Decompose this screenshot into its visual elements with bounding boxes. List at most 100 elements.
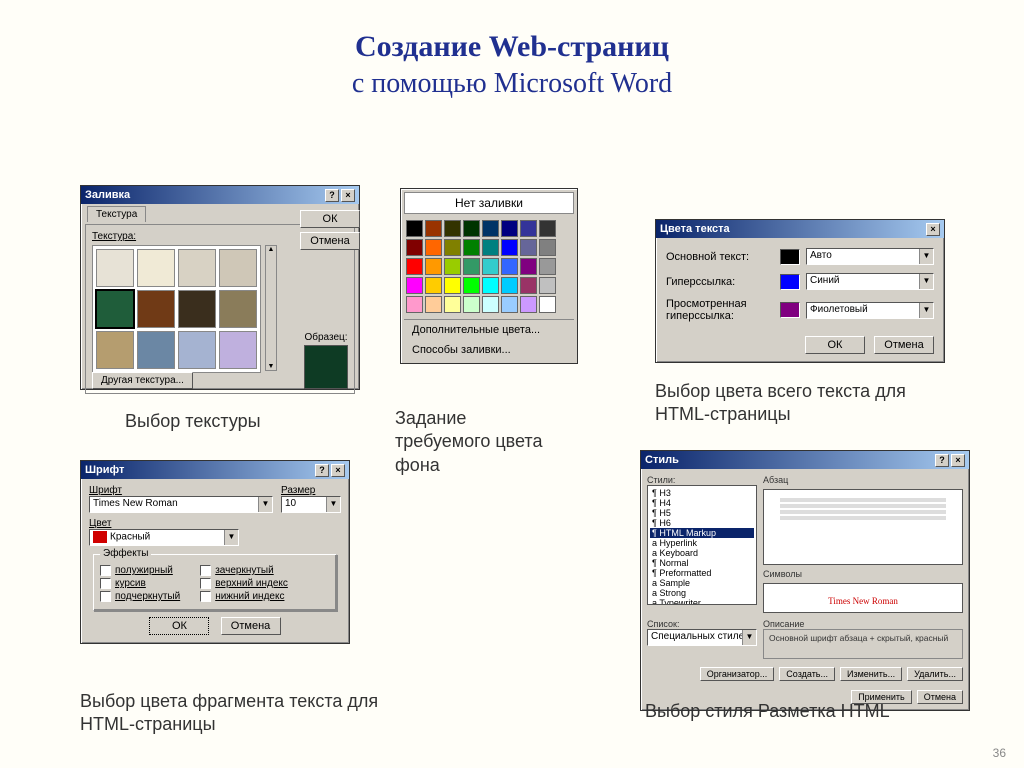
fill-color-swatch[interactable] — [406, 220, 423, 237]
effect-checkbox[interactable]: подчеркнутый — [100, 591, 180, 602]
fill-color-swatch[interactable] — [444, 258, 461, 275]
close-icon[interactable]: × — [331, 464, 345, 477]
fill-color-swatch[interactable] — [501, 277, 518, 294]
fill-color-swatch[interactable] — [406, 296, 423, 313]
style-list-item[interactable]: a Strong — [650, 588, 754, 598]
style-list-item[interactable]: ¶ HTML Markup — [650, 528, 754, 538]
texture-ok-button[interactable]: ОК — [300, 210, 360, 228]
fill-effects-row[interactable]: Способы заливки... — [404, 340, 574, 360]
texture-swatch[interactable] — [219, 331, 257, 369]
delete-style-button[interactable]: Удалить... — [907, 667, 963, 681]
fill-color-swatch[interactable] — [425, 258, 442, 275]
fill-color-swatch[interactable] — [539, 277, 556, 294]
chevron-down-icon[interactable]: ▼ — [919, 303, 933, 318]
help-icon[interactable]: ? — [325, 189, 339, 202]
texture-cancel-button[interactable]: Отмена — [300, 232, 360, 250]
text-color-combo[interactable]: Авто▼ — [806, 248, 934, 265]
chevron-down-icon[interactable]: ▼ — [742, 630, 756, 645]
font-color-combo[interactable]: Красный ▼ — [89, 529, 239, 546]
style-list-item[interactable]: ¶ H4 — [650, 498, 754, 508]
fill-color-swatch[interactable] — [520, 277, 537, 294]
fill-color-swatch[interactable] — [482, 239, 499, 256]
tab-texture[interactable]: Текстура — [87, 206, 146, 222]
effect-checkbox[interactable]: верхний индекс — [200, 578, 288, 589]
close-icon[interactable]: × — [341, 189, 355, 202]
texture-swatch[interactable] — [178, 249, 216, 287]
fill-color-swatch[interactable] — [520, 220, 537, 237]
style-list-item[interactable]: a Keyboard — [650, 548, 754, 558]
texture-swatch[interactable] — [137, 249, 175, 287]
chevron-down-icon[interactable]: ▼ — [919, 249, 933, 264]
style-list-item[interactable]: a Typewriter — [650, 598, 754, 605]
font-cancel-button[interactable]: Отмена — [221, 617, 281, 635]
fill-color-swatch[interactable] — [520, 258, 537, 275]
texture-swatch[interactable] — [96, 331, 134, 369]
effect-checkbox[interactable]: нижний индекс — [200, 591, 288, 602]
fill-color-swatch[interactable] — [463, 258, 480, 275]
chevron-down-icon[interactable]: ▼ — [224, 530, 238, 545]
font-ok-button[interactable]: ОК — [149, 617, 209, 635]
chevron-down-icon[interactable]: ▼ — [258, 497, 272, 512]
effect-checkbox[interactable]: зачеркнутый — [200, 565, 288, 576]
fill-color-swatch[interactable] — [444, 277, 461, 294]
chevron-down-icon[interactable]: ▼ — [326, 497, 340, 512]
fill-color-swatch[interactable] — [444, 220, 461, 237]
effect-checkbox[interactable]: курсив — [100, 578, 180, 589]
list-type-combo[interactable]: Специальных стилей ▼ — [647, 629, 757, 646]
scroll-down-icon[interactable]: ▼ — [268, 363, 275, 370]
no-fill-button[interactable]: Нет заливки — [404, 192, 574, 214]
style-list-item[interactable]: ¶ H6 — [650, 518, 754, 528]
fill-color-swatch[interactable] — [463, 277, 480, 294]
fill-color-swatch[interactable] — [444, 296, 461, 313]
fill-color-swatch[interactable] — [463, 220, 480, 237]
fill-color-swatch[interactable] — [501, 296, 518, 313]
style-list-item[interactable]: a Hyperlink — [650, 538, 754, 548]
styles-listbox[interactable]: ¶ H3¶ H4¶ H5¶ H6¶ HTML Markupa Hyperlink… — [647, 485, 757, 605]
fill-color-swatch[interactable] — [482, 277, 499, 294]
fill-color-swatch[interactable] — [501, 258, 518, 275]
help-icon[interactable]: ? — [935, 454, 949, 467]
texture-swatch[interactable] — [178, 290, 216, 328]
text-color-combo[interactable]: Фиолетовый▼ — [806, 302, 934, 319]
fill-color-swatch[interactable] — [463, 239, 480, 256]
fill-color-swatch[interactable] — [425, 296, 442, 313]
fill-color-swatch[interactable] — [425, 220, 442, 237]
fill-color-swatch[interactable] — [406, 258, 423, 275]
texture-swatch[interactable] — [219, 249, 257, 287]
texture-grid[interactable] — [92, 245, 261, 373]
more-colors-row[interactable]: Дополнительные цвета... — [404, 319, 574, 340]
fill-color-swatch[interactable] — [501, 220, 518, 237]
help-icon[interactable]: ? — [315, 464, 329, 477]
texture-swatch[interactable] — [219, 290, 257, 328]
fill-color-swatch[interactable] — [425, 277, 442, 294]
fill-color-swatch[interactable] — [406, 277, 423, 294]
text-color-cancel-button[interactable]: Отмена — [874, 336, 934, 354]
fill-color-swatch[interactable] — [539, 220, 556, 237]
style-list-item[interactable]: a Sample — [650, 578, 754, 588]
texture-swatch[interactable] — [96, 290, 134, 328]
close-icon[interactable]: × — [951, 454, 965, 467]
fill-color-swatch[interactable] — [463, 296, 480, 313]
fill-color-swatch[interactable] — [539, 296, 556, 313]
fill-color-swatch[interactable] — [482, 258, 499, 275]
text-color-ok-button[interactable]: ОК — [805, 336, 865, 354]
style-list-item[interactable]: ¶ H3 — [650, 488, 754, 498]
fill-color-swatch[interactable] — [444, 239, 461, 256]
style-list-item[interactable]: ¶ H5 — [650, 508, 754, 518]
other-texture-button[interactable]: Другая текстура... — [92, 372, 193, 389]
fill-color-swatch[interactable] — [406, 239, 423, 256]
texture-swatch[interactable] — [96, 249, 134, 287]
fill-color-swatch[interactable] — [539, 258, 556, 275]
organizer-button[interactable]: Организатор... — [700, 667, 775, 681]
create-style-button[interactable]: Создать... — [779, 667, 835, 681]
texture-swatch[interactable] — [178, 331, 216, 369]
edit-style-button[interactable]: Изменить... — [840, 667, 902, 681]
fill-color-swatch[interactable] — [482, 296, 499, 313]
style-list-item[interactable]: ¶ Preformatted — [650, 568, 754, 578]
fill-color-swatch[interactable] — [501, 239, 518, 256]
text-color-combo[interactable]: Синий▼ — [806, 273, 934, 290]
font-name-combo[interactable]: Times New Roman ▼ — [89, 496, 273, 513]
close-icon[interactable]: × — [926, 223, 940, 236]
chevron-down-icon[interactable]: ▼ — [919, 274, 933, 289]
fill-color-grid[interactable] — [404, 218, 574, 315]
